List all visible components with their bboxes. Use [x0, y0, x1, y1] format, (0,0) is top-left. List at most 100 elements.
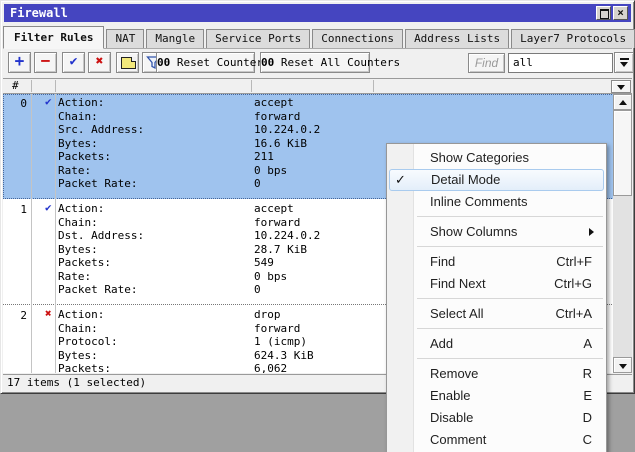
cross-icon: ✖: [96, 54, 104, 69]
menu-shortcut: Ctrl+F: [556, 251, 592, 273]
field-label: Bytes:: [58, 137, 98, 150]
menu-item-add[interactable]: Add A: [387, 333, 606, 355]
reset-all-counters-label: Reset All Counters: [281, 56, 400, 69]
menu-shortcut: A: [583, 333, 592, 355]
tab-filter-rules[interactable]: Filter Rules: [3, 26, 104, 49]
menu-separator: [387, 243, 606, 251]
field-label: Chain:: [58, 110, 98, 123]
accept-icon: ✔: [45, 95, 52, 108]
field-label: Bytes:: [58, 243, 98, 256]
field-value: forward: [254, 322, 300, 335]
menu-separator: [387, 325, 606, 333]
menu-item-find-next[interactable]: Find Next Ctrl+G: [387, 273, 606, 295]
field-label: Rate:: [58, 164, 91, 177]
find-button[interactable]: Find: [468, 53, 505, 73]
menu-shortcut: Ctrl+G: [554, 273, 592, 295]
field-value: 6,062: [254, 362, 287, 373]
menu-item-select-all[interactable]: Select AllCtrl+A: [387, 303, 606, 325]
field-value: 0: [254, 177, 261, 190]
dropdown-arrow-icon: [620, 58, 629, 67]
counters-prefix: 00: [157, 56, 170, 69]
tab-layer7-protocols[interactable]: Layer7 Protocols: [511, 29, 635, 48]
chevron-down-icon: [617, 85, 625, 90]
menu-item-label: Add: [430, 336, 453, 351]
menu-item-label: Detail Mode: [431, 172, 500, 187]
menu-shortcut: E: [583, 385, 592, 407]
tab-nat[interactable]: NAT: [106, 29, 144, 48]
column-separator[interactable]: [55, 80, 56, 92]
rule-field: Src. Address:10.224.0.2: [3, 123, 632, 137]
menu-item-detail-mode[interactable]: ✓ Detail Mode: [389, 169, 604, 191]
accept-icon: ✔: [45, 201, 52, 214]
column-chooser-button[interactable]: [611, 80, 631, 93]
maximize-icon: [600, 9, 609, 19]
minus-icon: −: [41, 51, 51, 70]
field-label: Packet Rate:: [58, 177, 137, 190]
menu-item-label: Comment: [430, 432, 486, 447]
menu-shortcut: Ctrl+A: [556, 303, 592, 325]
scroll-down-button[interactable]: [613, 357, 632, 373]
menu-shortcut: R: [583, 363, 592, 385]
arrow-down-icon: [619, 364, 627, 369]
close-button[interactable]: ×: [613, 6, 628, 20]
filter-dropdown-button[interactable]: [614, 52, 634, 73]
field-value: 0 bps: [254, 270, 287, 283]
scrollbar-thumb[interactable]: [613, 110, 632, 196]
menu-item-show-columns[interactable]: Show Columns: [387, 221, 606, 243]
reset-counters-label: Reset Counters: [177, 56, 270, 69]
maximize-button[interactable]: [596, 6, 611, 20]
menu-item-find[interactable]: Find Ctrl+F: [387, 251, 606, 273]
field-label: Chain:: [58, 216, 98, 229]
field-label: Bytes:: [58, 349, 98, 362]
context-menu: Show Categories ✓ Detail Mode Inline Com…: [386, 143, 607, 452]
number-column-header: #: [12, 79, 19, 93]
column-separator[interactable]: [251, 80, 252, 92]
tab-address-lists[interactable]: Address Lists: [405, 29, 509, 48]
add-button[interactable]: +: [8, 52, 31, 73]
vertical-scrollbar[interactable]: [613, 94, 632, 373]
column-separator[interactable]: [31, 80, 32, 92]
note-icon: [121, 57, 136, 69]
field-value: 1 (icmp): [254, 335, 307, 348]
menu-item-label: Find: [430, 254, 455, 269]
disable-button[interactable]: ✖: [88, 52, 111, 73]
menu-separator: [387, 213, 606, 221]
menu-separator: [387, 295, 606, 303]
menu-item-remove[interactable]: RemoveR: [387, 363, 606, 385]
reset-all-counters-button[interactable]: 00 Reset All Counters: [260, 52, 370, 73]
field-value: forward: [254, 110, 300, 123]
menu-item-label: Show Categories: [430, 150, 529, 165]
check-icon: ✔: [70, 54, 78, 69]
comment-button[interactable]: [116, 52, 139, 73]
menu-item-label: Enable: [430, 388, 470, 403]
filter-select[interactable]: all: [508, 53, 613, 73]
title-bar[interactable]: Firewall ×: [4, 4, 631, 22]
menu-item-inline-comments[interactable]: Inline Comments: [387, 191, 606, 213]
tab-service-ports[interactable]: Service Ports: [206, 29, 310, 48]
desktop: Firewall × Filter Rules NAT Mangle Servi…: [0, 0, 635, 452]
tab-bar: Filter Rules NAT Mangle Service Ports Co…: [3, 25, 632, 49]
menu-item-comment[interactable]: CommentC: [387, 429, 606, 451]
window-title: Firewall: [10, 6, 68, 20]
menu-item-enable[interactable]: Enable E: [387, 385, 606, 407]
tab-mangle[interactable]: Mangle: [146, 29, 204, 48]
checkmark-icon: ✓: [395, 170, 406, 189]
remove-button[interactable]: −: [34, 52, 57, 73]
tab-connections[interactable]: Connections: [312, 29, 403, 48]
menu-item-label: Find Next: [430, 276, 486, 291]
menu-item-disable[interactable]: DisableD: [387, 407, 606, 429]
scroll-up-button[interactable]: [613, 94, 632, 110]
field-label: Action:: [58, 96, 104, 109]
menu-item-label: Inline Comments: [430, 194, 528, 209]
column-grid-line: [55, 94, 56, 373]
filter-select-value: all: [513, 56, 533, 69]
menu-item-show-categories[interactable]: Show Categories: [387, 147, 606, 169]
reset-counters-button[interactable]: 00 Reset Counters: [156, 52, 255, 73]
rule-field: Chain: forward: [3, 110, 632, 124]
drop-icon: ✖: [45, 307, 52, 320]
field-label: Packets:: [58, 362, 111, 373]
column-separator[interactable]: [373, 80, 374, 92]
field-value: accept: [254, 202, 294, 215]
enable-button[interactable]: ✔: [62, 52, 85, 73]
rule-field: ✔ Action: accept: [3, 96, 632, 110]
